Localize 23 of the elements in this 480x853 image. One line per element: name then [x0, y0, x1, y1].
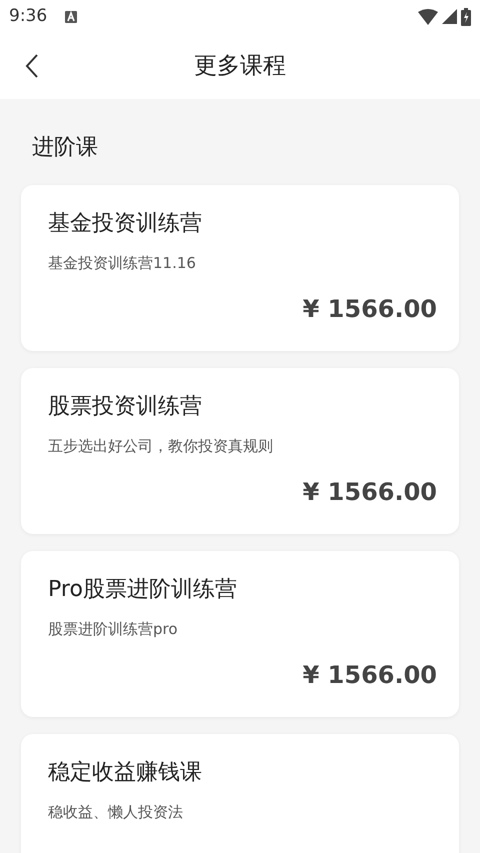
- status-time: 9:36: [9, 4, 48, 28]
- course-title: Pro股票进阶训练营: [48, 576, 238, 604]
- course-card[interactable]: Pro股票进阶训练营 股票进阶训练营pro ¥ 1566.00: [21, 551, 459, 717]
- course-title: 股票投资训练营: [48, 393, 203, 421]
- course-price: ¥ 1566.00: [302, 294, 437, 324]
- course-price: ¥ 1566.00: [302, 477, 437, 507]
- course-title: 稳定收益赚钱课: [48, 759, 203, 787]
- course-subtitle: 股票进阶训练营pro: [48, 619, 179, 640]
- course-card[interactable]: 股票投资训练营 五步选出好公司，教你投资真规则 ¥ 1566.00: [21, 368, 459, 534]
- signal-icon: [442, 9, 457, 24]
- battery-icon: [461, 8, 471, 26]
- wifi-icon: [418, 8, 438, 24]
- page-title: 更多课程: [194, 52, 286, 81]
- course-title: 基金投资训练营: [48, 210, 203, 238]
- notification-icon: [65, 10, 78, 22]
- course-subtitle: 五步选出好公司，教你投资真规则: [48, 436, 274, 457]
- course-subtitle: 稳收益、懒人投资法: [48, 802, 184, 823]
- course-card[interactable]: 基金投资训练营 基金投资训练营11.16 ¥ 1566.00: [21, 185, 459, 351]
- course-price: ¥ 1566.00: [302, 660, 437, 690]
- back-icon: [25, 54, 39, 78]
- section-title: 进阶课: [32, 134, 99, 162]
- course-subtitle: 基金投资训练营11.16: [48, 253, 197, 274]
- course-card[interactable]: 稳定收益赚钱课 稳收益、懒人投资法: [21, 734, 459, 853]
